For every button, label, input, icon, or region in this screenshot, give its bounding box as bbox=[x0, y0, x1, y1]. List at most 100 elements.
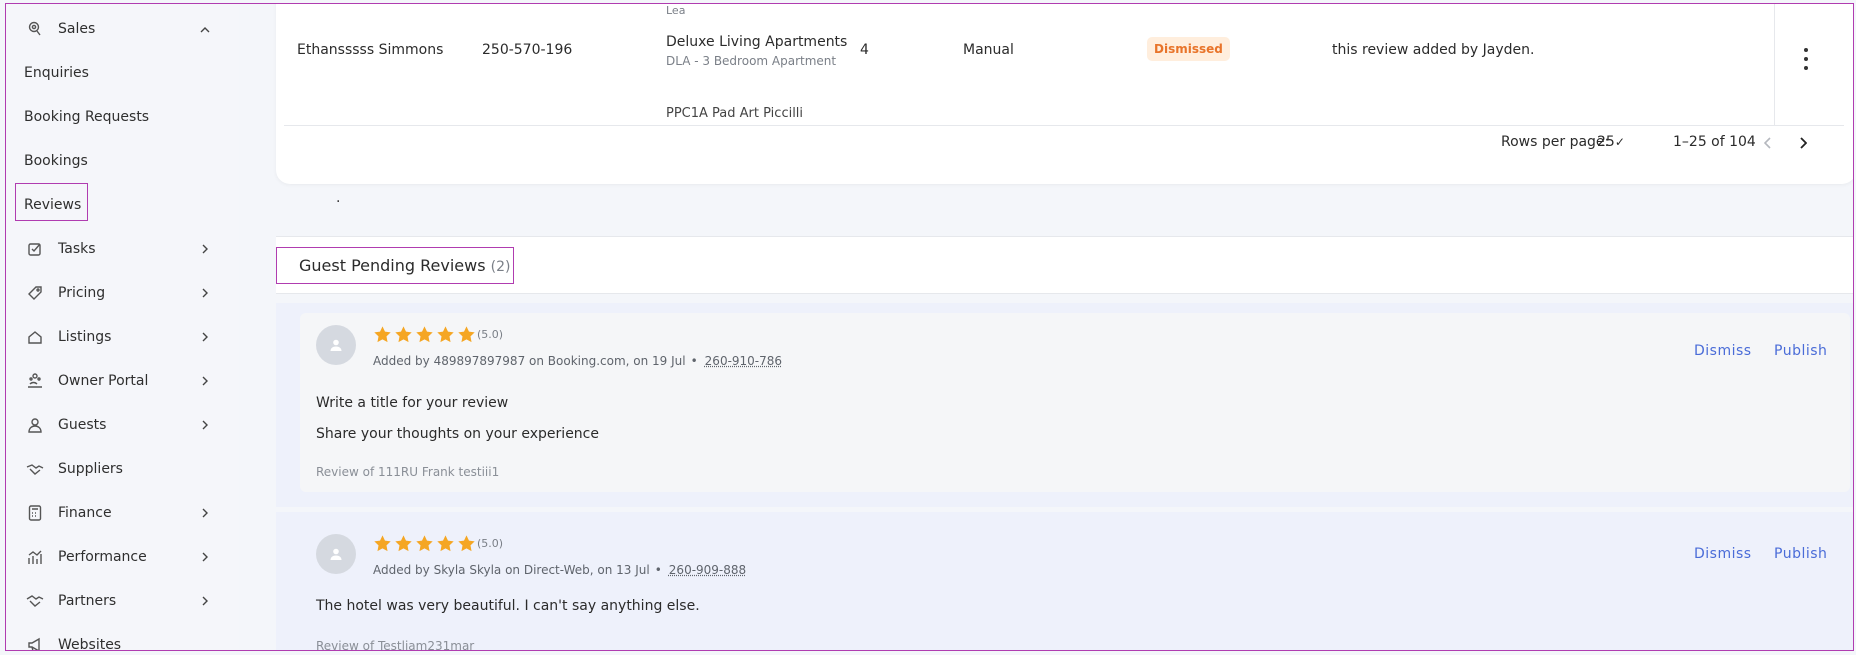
chevron-right-icon[interactable] bbox=[200, 244, 210, 254]
star-icon bbox=[416, 326, 433, 343]
review-meta: Added by 489897897987 on Booking.com, on… bbox=[373, 354, 782, 368]
star-icon bbox=[374, 326, 391, 343]
star-rating bbox=[373, 534, 476, 553]
chevron-right-icon[interactable] bbox=[200, 508, 210, 518]
sidebar-item-listings[interactable]: Listings bbox=[6, 317, 239, 357]
previous-page-button[interactable] bbox=[1759, 132, 1777, 154]
app-frame: Sales Enquiries Booking Requests Booking… bbox=[5, 3, 1854, 651]
owner-icon bbox=[26, 372, 44, 390]
sidebar-item-label: Sales bbox=[58, 21, 96, 37]
pending-review-item: (5.0) Added by 489897897987 on Booking.c… bbox=[276, 303, 1853, 507]
chart-icon bbox=[26, 548, 44, 566]
sidebar-item-sales[interactable]: Sales bbox=[6, 9, 239, 49]
megaphone-icon bbox=[26, 636, 44, 650]
chevron-right-icon[interactable] bbox=[200, 552, 210, 562]
sidebar-item-label: Owner Portal bbox=[58, 373, 149, 389]
unit-name: DLA - 3 Bedroom Apartment bbox=[666, 54, 837, 68]
star-icon bbox=[437, 535, 454, 552]
sidebar-item-tasks[interactable]: Tasks bbox=[6, 229, 239, 269]
star-icon bbox=[458, 535, 475, 552]
avatar bbox=[316, 534, 356, 574]
review-source: Manual bbox=[963, 42, 1014, 58]
sidebar-item-label: Suppliers bbox=[58, 461, 123, 477]
review-of: Review of 111RU Frank testiii1 bbox=[316, 465, 500, 479]
handshake-icon bbox=[26, 460, 44, 478]
rating-value: 4 bbox=[860, 42, 869, 58]
sidebar-item-performance[interactable]: Performance bbox=[6, 537, 239, 577]
star-icon bbox=[395, 326, 412, 343]
sidebar-item-reviews[interactable]: Reviews bbox=[6, 185, 239, 225]
sidebar-item-label: Finance bbox=[58, 505, 112, 521]
rows-per-page-select[interactable]: 25✓ bbox=[1597, 134, 1625, 150]
star-icon bbox=[437, 326, 454, 343]
chevron-right-icon[interactable] bbox=[200, 288, 210, 298]
status-badge: Dismissed bbox=[1147, 37, 1230, 61]
guest-phone-link[interactable]: 260-909-888 bbox=[669, 563, 746, 577]
pending-count: (2) bbox=[490, 259, 511, 275]
star-icon bbox=[374, 535, 391, 552]
main-content: Lea Ethansssss Simmons 250-570-196 Delux… bbox=[239, 4, 1853, 651]
sidebar-item-websites[interactable]: Websites bbox=[6, 625, 239, 651]
rows-per-page-label: Rows per page: bbox=[1501, 134, 1610, 150]
sidebar-item-bookings[interactable]: Bookings bbox=[6, 141, 239, 181]
dismiss-button[interactable]: Dismiss bbox=[1694, 343, 1752, 359]
more-actions-icon[interactable] bbox=[1800, 48, 1812, 70]
bullet-separator: • bbox=[690, 354, 698, 368]
sidebar-item-label: Enquiries bbox=[24, 65, 89, 81]
review-card: (5.0) Added by 489897897987 on Booking.c… bbox=[300, 313, 1850, 492]
chevron-right-icon[interactable] bbox=[200, 420, 210, 430]
rating-value: (5.0) bbox=[477, 328, 504, 341]
chevron-up-icon[interactable] bbox=[200, 24, 210, 34]
rating-value: (5.0) bbox=[477, 537, 504, 550]
column-divider bbox=[1774, 4, 1775, 126]
section-title-text: Guest Pending Reviews bbox=[299, 256, 486, 275]
person-icon bbox=[26, 416, 44, 434]
table-row[interactable]: Lea Ethansssss Simmons 250-570-196 Delux… bbox=[284, 4, 1844, 126]
star-icon bbox=[458, 326, 475, 343]
star-icon bbox=[395, 535, 412, 552]
sidebar-item-pricing[interactable]: Pricing bbox=[6, 273, 239, 313]
next-page-button[interactable] bbox=[1794, 132, 1812, 154]
dropdown-icon: ✓ bbox=[1614, 135, 1625, 149]
stray-text: . bbox=[336, 190, 341, 206]
pending-reviews-header: Guest Pending Reviews (2) bbox=[276, 236, 1853, 294]
sidebar-item-partners[interactable]: Partners bbox=[6, 581, 239, 621]
sidebar-item-booking-requests[interactable]: Booking Requests bbox=[6, 97, 239, 137]
sidebar-item-enquiries[interactable]: Enquiries bbox=[6, 53, 239, 93]
review-title: The hotel was very beautiful. I can't sa… bbox=[316, 598, 700, 614]
review-title: Write a title for your review bbox=[316, 395, 509, 411]
sidebar-item-owner-portal[interactable]: Owner Portal bbox=[6, 361, 239, 401]
sidebar-item-label: Bookings bbox=[24, 153, 88, 169]
guest-phone: 250-570-196 bbox=[482, 42, 573, 58]
chevron-right-icon[interactable] bbox=[200, 596, 210, 606]
review-card: (5.0) Added by Skyla Skyla on Direct-Web… bbox=[300, 512, 1850, 651]
table-cell-cut: Lea bbox=[666, 4, 686, 17]
table-cell-cut: PPC1A Pad Art Piccilli bbox=[666, 106, 804, 121]
review-body: Share your thoughts on your experience bbox=[316, 426, 599, 442]
review-of: Review of Testliam231mar bbox=[316, 639, 475, 651]
star-rating bbox=[373, 325, 476, 344]
dismiss-button[interactable]: Dismiss bbox=[1694, 546, 1752, 562]
chevron-right-icon[interactable] bbox=[200, 376, 210, 386]
sales-icon bbox=[26, 20, 44, 38]
sidebar-item-label: Websites bbox=[58, 637, 122, 651]
sidebar-item-finance[interactable]: Finance bbox=[6, 493, 239, 533]
sidebar-item-label: Tasks bbox=[58, 241, 96, 257]
review-added-by: Added by 489897897987 on Booking.com, on… bbox=[373, 354, 686, 368]
review-comment: this review added by Jayden. bbox=[1332, 42, 1535, 58]
avatar bbox=[316, 325, 356, 365]
publish-button[interactable]: Publish bbox=[1774, 546, 1827, 562]
sidebar-item-label: Partners bbox=[58, 593, 117, 609]
guest-name: Ethansssss Simmons bbox=[297, 42, 444, 58]
sidebar-item-suppliers[interactable]: Suppliers bbox=[6, 449, 239, 489]
chevron-right-icon[interactable] bbox=[200, 332, 210, 342]
reviews-table: Lea Ethansssss Simmons 250-570-196 Delux… bbox=[276, 4, 1853, 184]
guest-phone-link[interactable]: 260-910-786 bbox=[705, 354, 782, 368]
section-title: Guest Pending Reviews (2) bbox=[299, 256, 510, 275]
sidebar-item-label: Listings bbox=[58, 329, 112, 345]
sidebar-item-guests[interactable]: Guests bbox=[6, 405, 239, 445]
pagination-range: 1–25 of 104 bbox=[1673, 134, 1756, 150]
publish-button[interactable]: Publish bbox=[1774, 343, 1827, 359]
bullet-separator: • bbox=[654, 563, 662, 577]
property-name: Deluxe Living Apartments bbox=[666, 34, 848, 50]
